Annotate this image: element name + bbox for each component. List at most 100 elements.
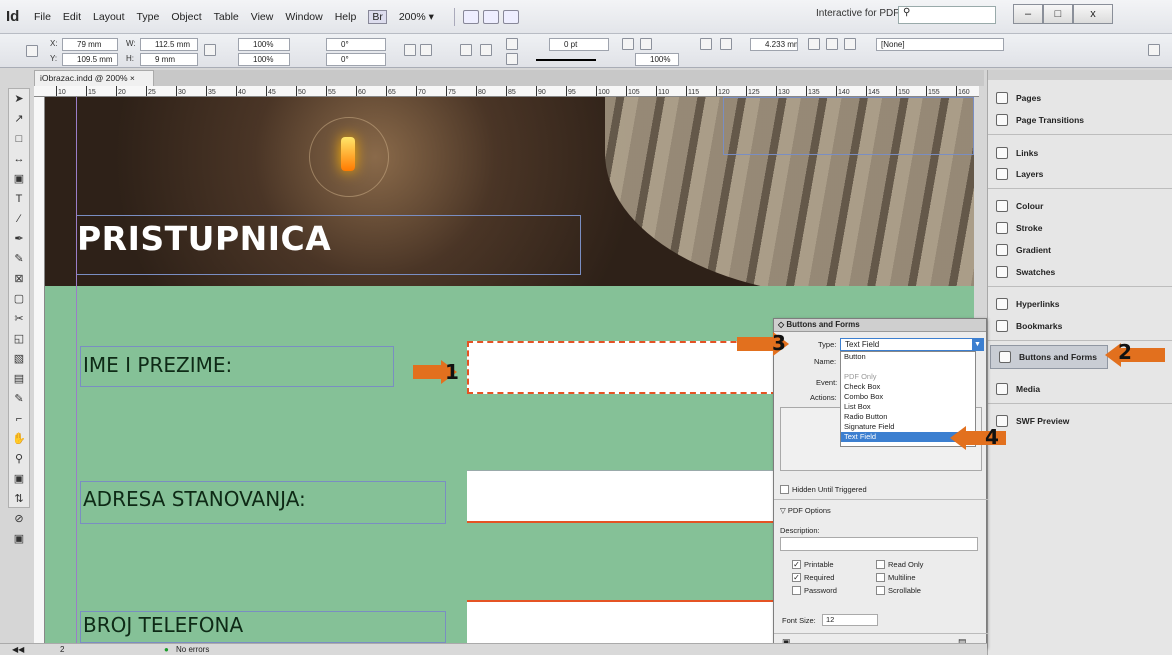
preflight-status[interactable]: No errors xyxy=(176,644,209,655)
panel-hyperlinks[interactable]: Hyperlinks xyxy=(988,292,1172,316)
text-wrap-icon[interactable] xyxy=(700,38,712,50)
gradient-feather-tool-icon[interactable]: ▤ xyxy=(9,369,29,389)
document-tab[interactable]: iObrazac.indd @ 200% × xyxy=(34,70,154,86)
pen-tool-icon[interactable]: ✒ xyxy=(9,229,29,249)
reference-point-icon[interactable] xyxy=(26,45,38,57)
pencil-tool-icon[interactable]: ✎ xyxy=(9,249,29,269)
dropdown-option[interactable]: Combo Box xyxy=(841,392,975,402)
selection-tool-icon[interactable]: ➤ xyxy=(9,89,29,109)
required-checkbox[interactable]: ✓ xyxy=(792,573,801,582)
menu-object[interactable]: Object xyxy=(171,11,201,23)
dropdown-option[interactable]: List Box xyxy=(841,402,975,412)
panel-menu-icon[interactable] xyxy=(1148,44,1160,56)
panel-swf-preview[interactable]: SWF Preview xyxy=(988,409,1172,433)
screen-mode-tool-icon[interactable]: ▣ xyxy=(9,529,29,549)
rotation-field[interactable]: 0° xyxy=(326,38,386,51)
opacity-field[interactable]: 100% xyxy=(635,53,679,66)
menu-table[interactable]: Table xyxy=(214,11,239,23)
constrain-proportions-icon[interactable] xyxy=(204,44,216,56)
fill-stroke-icon[interactable]: ▣ xyxy=(9,469,29,489)
pdf-options-toggle[interactable]: ▽ PDF Options xyxy=(780,506,831,515)
tab-close-icon[interactable]: × xyxy=(130,73,135,83)
panel-buttons-and-forms[interactable]: Buttons and Forms xyxy=(990,345,1108,369)
description-input[interactable] xyxy=(780,537,978,551)
y-field[interactable]: 109.5 mm xyxy=(62,53,118,66)
stroke-swatch-icon[interactable] xyxy=(506,53,518,65)
password-checkbox[interactable] xyxy=(792,586,801,595)
panel-page-transitions[interactable]: Page Transitions xyxy=(988,108,1172,132)
screen-mode-icon[interactable] xyxy=(482,9,499,24)
object-style-select[interactable]: [None] xyxy=(876,38,1004,51)
panel-pages[interactable]: Pages xyxy=(988,86,1172,110)
height-field[interactable]: 9 mm xyxy=(140,53,198,66)
bridge-button[interactable]: Br xyxy=(368,9,387,24)
address-text-field[interactable] xyxy=(467,470,777,523)
align-center-icon[interactable] xyxy=(826,38,838,50)
width-field[interactable]: 112.5 mm xyxy=(140,38,198,51)
multiline-checkbox[interactable] xyxy=(876,573,885,582)
panel-swatches[interactable]: Swatches xyxy=(988,260,1172,284)
panel-colour[interactable]: Colour xyxy=(988,194,1172,218)
scrollable-checkbox[interactable] xyxy=(876,586,885,595)
rectangle-frame-tool-icon[interactable]: ⊠ xyxy=(9,269,29,289)
dropdown-option[interactable]: Check Box xyxy=(841,382,975,392)
align-right-icon[interactable] xyxy=(844,38,856,50)
view-options-icon[interactable] xyxy=(462,9,479,24)
stroke-weight-field[interactable]: 0 pt xyxy=(549,38,609,51)
zoom-tool-icon[interactable]: ⚲ xyxy=(9,449,29,469)
panel-stroke[interactable]: Stroke xyxy=(988,216,1172,240)
maximize-button[interactable]: □ xyxy=(1043,4,1073,24)
select-container-icon[interactable] xyxy=(460,44,472,56)
hand-tool-icon[interactable]: ✋ xyxy=(9,429,29,449)
gradient-tool-icon[interactable]: ▧ xyxy=(9,349,29,369)
content-collector-icon[interactable]: ▣ xyxy=(9,169,29,189)
phone-text-field[interactable] xyxy=(467,600,777,643)
reference-field[interactable]: 4.233 mm xyxy=(750,38,798,51)
font-size-select[interactable]: 12 xyxy=(822,614,878,626)
free-transform-tool-icon[interactable]: ◱ xyxy=(9,329,29,349)
x-field[interactable]: 79 mm xyxy=(62,38,118,51)
direct-selection-tool-icon[interactable]: ↗ xyxy=(9,109,29,129)
banner-image-frame[interactable] xyxy=(723,97,974,155)
apply-none-icon[interactable]: ⊘ xyxy=(9,509,29,529)
menu-view[interactable]: View xyxy=(251,11,274,23)
read-only-checkbox[interactable] xyxy=(876,560,885,569)
arrange-documents-icon[interactable] xyxy=(502,9,519,24)
printable-checkbox[interactable]: ✓ xyxy=(792,560,801,569)
type-select[interactable]: Text Field ▼ xyxy=(840,338,984,351)
zoom-select[interactable]: 200% ▾ xyxy=(399,11,434,23)
panel-media[interactable]: Media xyxy=(988,377,1172,401)
workspace-switcher[interactable]: Interactive for PDF ▾ xyxy=(816,8,907,19)
minimize-button[interactable]: – xyxy=(1013,4,1043,24)
buttons-and-forms-panel-header[interactable]: ◇ Buttons and Forms xyxy=(774,319,986,332)
scale-y-field[interactable]: 100% xyxy=(238,53,290,66)
drop-shadow-icon[interactable] xyxy=(622,38,634,50)
name-text-field[interactable] xyxy=(467,341,777,394)
align-left-icon[interactable] xyxy=(808,38,820,50)
hidden-until-triggered-checkbox[interactable] xyxy=(780,485,789,494)
menu-help[interactable]: Help xyxy=(335,11,357,23)
panel-bookmarks[interactable]: Bookmarks xyxy=(988,314,1172,338)
menu-file[interactable]: File xyxy=(34,11,51,23)
eyedropper-tool-icon[interactable]: ⌐ xyxy=(9,409,29,429)
rectangle-tool-icon[interactable]: ▢ xyxy=(9,289,29,309)
effects-icon[interactable] xyxy=(640,38,652,50)
shear-field[interactable]: 0° xyxy=(326,53,386,66)
close-button[interactable]: x xyxy=(1073,4,1113,24)
swap-colors-icon[interactable]: ⇅ xyxy=(9,489,29,509)
select-content-icon[interactable] xyxy=(480,44,492,56)
panel-gradient[interactable]: Gradient xyxy=(988,238,1172,262)
rotate-icon[interactable] xyxy=(404,44,416,56)
menu-layout[interactable]: Layout xyxy=(93,11,125,23)
menu-type[interactable]: Type xyxy=(137,11,160,23)
page-tool-icon[interactable]: □ xyxy=(9,129,29,149)
dropdown-option[interactable]: Radio Button xyxy=(841,412,975,422)
menu-edit[interactable]: Edit xyxy=(63,11,81,23)
gap-tool-icon[interactable]: ↔ xyxy=(9,149,29,169)
page-nav-icon[interactable]: ◀◀ xyxy=(12,644,24,655)
menu-window[interactable]: Window xyxy=(285,11,322,23)
note-tool-icon[interactable]: ✎ xyxy=(9,389,29,409)
scissors-tool-icon[interactable]: ✂ xyxy=(9,309,29,329)
text-wrap-around-icon[interactable] xyxy=(720,38,732,50)
fill-swatch-icon[interactable] xyxy=(506,38,518,50)
